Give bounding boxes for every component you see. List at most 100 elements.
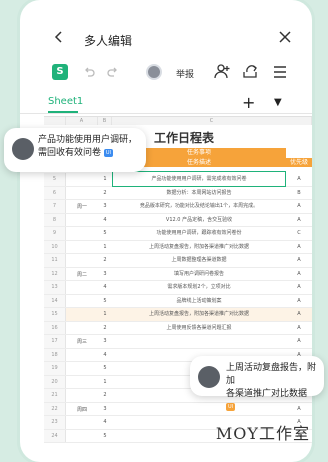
- watermark: MOY工作室: [215, 424, 310, 443]
- commenter-avatar: [12, 138, 34, 160]
- priority-cell[interactable]: A: [286, 173, 312, 186]
- sheet-tab[interactable]: Sheet1: [48, 96, 83, 107]
- week-label: 周三: [76, 339, 87, 345]
- row-number: 20: [44, 375, 66, 388]
- task-index-cell[interactable]: 2: [98, 322, 112, 335]
- priority-cell[interactable]: A: [286, 268, 312, 281]
- column-header-c[interactable]: C: [112, 117, 312, 125]
- table-row[interactable]: 16 2 上周使用反馈各渠道问题汇报 A: [44, 321, 312, 335]
- undo-icon[interactable]: [82, 65, 96, 79]
- row-number: 23: [44, 416, 66, 429]
- add-user-icon[interactable]: [214, 63, 230, 79]
- comment-bubble[interactable]: 上周活动复盘报告，附加 各渠道推广对比数据 UI: [190, 356, 324, 411]
- task-index-cell[interactable]: 3: [98, 335, 112, 348]
- row-number: 21: [44, 389, 66, 402]
- table-row[interactable]: 6 2 数据分析：本周网站访问报告 B: [44, 186, 312, 200]
- task-cell[interactable]: 功能使用用户调研，跟踪收有效问卷份: [112, 227, 286, 240]
- task-cell[interactable]: 填写用户调研问卷报告: [112, 268, 286, 281]
- share-icon[interactable]: [242, 63, 258, 79]
- page-title: 多人编辑: [84, 34, 133, 48]
- week-label: 周四: [76, 406, 87, 413]
- task-cell[interactable]: 上周数据整理各渠道数据: [112, 254, 286, 267]
- row-number: 12: [44, 267, 66, 280]
- priority-cell[interactable]: A: [286, 308, 312, 321]
- priority-cell[interactable]: A: [286, 241, 312, 254]
- task-index-cell[interactable]: 1: [98, 173, 112, 186]
- column-header-b[interactable]: B: [98, 117, 112, 125]
- add-sheet-icon[interactable]: +: [242, 95, 255, 111]
- table-row[interactable]: 13 4 需求版本规划2个，立项对比 A: [44, 281, 312, 295]
- task-cell[interactable]: V12.0 产品定稿，含交互验收: [112, 214, 286, 227]
- row-number: 14: [44, 294, 66, 307]
- task-index-cell[interactable]: 2: [98, 187, 112, 200]
- priority-cell[interactable]: A: [286, 322, 312, 335]
- redo-icon[interactable]: [106, 65, 120, 79]
- task-index-cell[interactable]: 4: [98, 349, 112, 362]
- priority-cell[interactable]: C: [286, 227, 312, 240]
- report-button[interactable]: 举报: [176, 67, 194, 80]
- table-row[interactable]: 10 1 上周活动复盘报告，附加各渠道推广对比数据 A: [44, 240, 312, 254]
- task-index-cell[interactable]: 1: [98, 308, 112, 321]
- task-cell[interactable]: 上周活动复盘报告，附加各渠道推广对比数据: [112, 241, 286, 254]
- role-badge: UI: [103, 148, 114, 157]
- task-cell[interactable]: 上周活动复盘报告，附加各渠道推广对比数据: [112, 308, 286, 321]
- table-row[interactable]: 9 5 功能使用用户调研，跟踪收有效问卷份 C: [44, 227, 312, 241]
- priority-cell[interactable]: A: [286, 295, 312, 308]
- task-index-cell[interactable]: 5: [98, 295, 112, 308]
- row-number: 16: [44, 321, 66, 334]
- task-index-cell[interactable]: 4: [98, 281, 112, 294]
- row-number: 24: [44, 429, 66, 442]
- row-number: 17: [44, 335, 66, 348]
- task-cell[interactable]: 需求版本规划2个，立项对比: [112, 281, 286, 294]
- task-index-cell[interactable]: 3: [98, 403, 112, 416]
- priority-cell[interactable]: B: [286, 187, 312, 200]
- priority-cell[interactable]: A: [286, 200, 312, 213]
- row-number: 11: [44, 254, 66, 267]
- task-cell[interactable]: 竞品版本研究，功能对比及结论输出1个，本周完成。: [112, 200, 286, 213]
- task-index-cell[interactable]: 5: [98, 362, 112, 375]
- table-row[interactable]: 11 2 上周数据整理各渠道数据 A: [44, 254, 312, 268]
- row-number: 10: [44, 240, 66, 253]
- role-badge: UI: [226, 402, 236, 411]
- row-number: 9: [44, 227, 66, 240]
- priority-cell[interactable]: A: [286, 254, 312, 267]
- task-index-cell[interactable]: 5: [98, 227, 112, 240]
- sheet-dropdown-icon[interactable]: ▼: [274, 97, 282, 108]
- collaborator-avatar[interactable]: [146, 64, 162, 80]
- task-index-cell[interactable]: 3: [98, 200, 112, 213]
- corner-cell[interactable]: [44, 117, 66, 125]
- menu-icon[interactable]: [272, 64, 288, 80]
- priority-cell[interactable]: A: [286, 335, 312, 348]
- task-index-cell[interactable]: 2: [98, 254, 112, 267]
- task-index-cell[interactable]: 2: [98, 389, 112, 402]
- task-index-cell[interactable]: 1: [98, 376, 112, 389]
- task-cell[interactable]: 上周使用反馈各渠道问题汇报: [112, 322, 286, 335]
- priority-cell[interactable]: A: [286, 214, 312, 227]
- app-logo-icon[interactable]: S: [52, 64, 68, 80]
- week-label: 周一: [76, 204, 87, 210]
- table-row[interactable]: 15 1 上周活动复盘报告，附加各渠道推广对比数据 A: [44, 308, 312, 322]
- selected-cell[interactable]: [112, 171, 286, 187]
- task-index-cell[interactable]: 1: [98, 241, 112, 254]
- comment-bubble[interactable]: 产品功能使用用户调研， 需回收有效问卷 UI: [4, 128, 146, 172]
- task-cell[interactable]: 数据分析：本周网站访问报告: [112, 187, 286, 200]
- close-icon[interactable]: [278, 30, 292, 44]
- row-number: 6: [44, 186, 66, 199]
- task-cell[interactable]: 品牌线上活动策划案: [112, 295, 286, 308]
- back-icon[interactable]: [52, 30, 66, 44]
- row-number: 18: [44, 348, 66, 361]
- comment-text-line: 产品功能使用用户调研，: [38, 135, 138, 145]
- table-row[interactable]: 8 4 V12.0 产品定稿，含交互验收 A: [44, 213, 312, 227]
- comment-text-line: 上周活动复盘报告，附加: [226, 363, 317, 386]
- row-number: 5: [44, 173, 66, 186]
- task-index-cell[interactable]: 3: [98, 268, 112, 281]
- task-index-cell[interactable]: 4: [98, 416, 112, 429]
- column-header-a[interactable]: A: [66, 117, 98, 125]
- priority-cell[interactable]: A: [286, 281, 312, 294]
- task-index-cell[interactable]: 4: [98, 214, 112, 227]
- row-number: 22: [44, 402, 66, 415]
- sheet-bar: Sheet1 + ▼: [20, 92, 312, 114]
- task-index-cell[interactable]: 5: [98, 430, 112, 443]
- row-number: 13: [44, 281, 66, 294]
- table-row[interactable]: 14 5 品牌线上活动策划案 A: [44, 294, 312, 308]
